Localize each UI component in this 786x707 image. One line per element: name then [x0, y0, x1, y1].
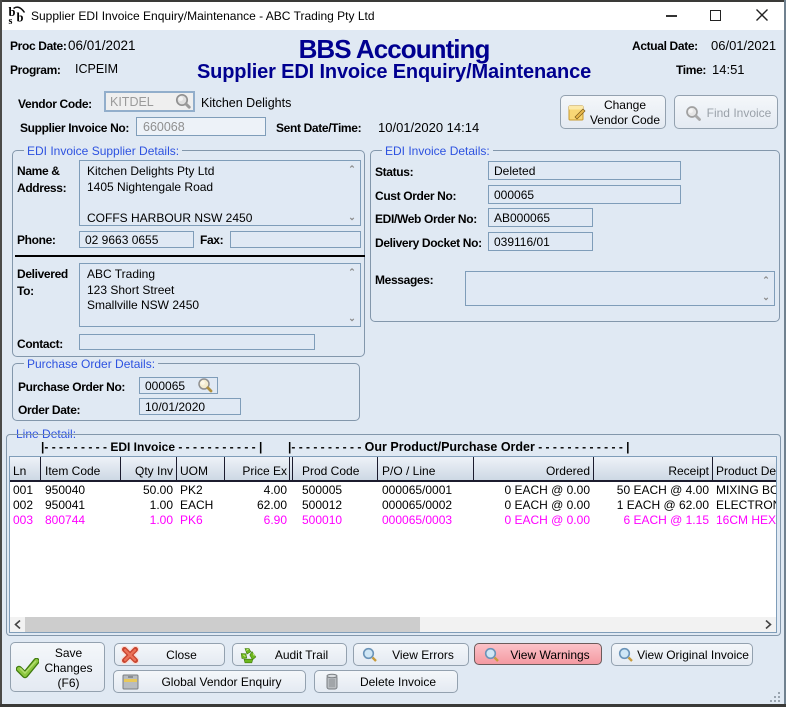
svg-text:s: s	[9, 16, 13, 27]
svg-text:b: b	[17, 11, 24, 25]
